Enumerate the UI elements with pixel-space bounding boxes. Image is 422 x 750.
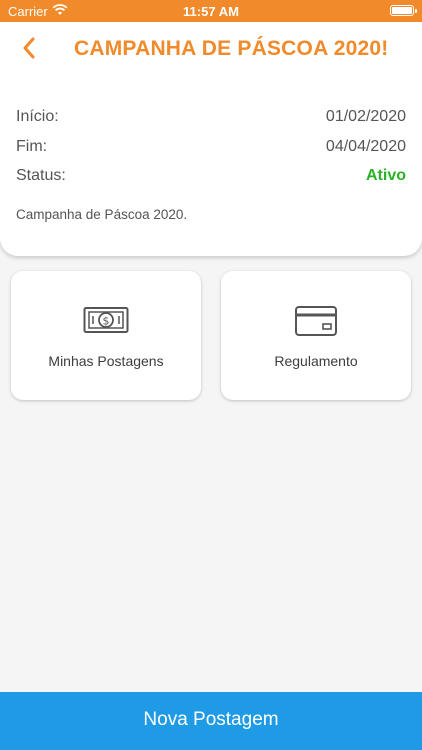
end-date-value: 04/04/2020	[325, 138, 406, 155]
status-row: Status: Ativo	[16, 167, 406, 189]
regulation-tile[interactable]: Regulamento	[221, 271, 411, 400]
end-date-row: Fim: 04/04/2020	[16, 138, 406, 160]
money-bill-icon: $	[11, 305, 201, 335]
battery-icon	[390, 5, 417, 16]
campaign-description: Campanha de Páscoa 2020.	[16, 207, 188, 222]
start-date-row: Início: 01/02/2020	[16, 108, 406, 130]
status-bar: Carrier 11:57 AM	[0, 0, 422, 22]
regulation-label: Regulamento	[274, 353, 358, 369]
campaign-header-card: Carrier 11:57 AM CAMPANHA DE PÁSCOA 2020…	[0, 0, 422, 256]
new-post-button[interactable]: Nova Postagem	[0, 692, 422, 750]
end-date-label: Fim:	[16, 138, 48, 155]
status-label: Status:	[16, 167, 66, 184]
back-button[interactable]	[14, 36, 44, 64]
my-posts-label: Minhas Postagens	[48, 353, 164, 369]
chevron-left-icon	[22, 37, 36, 64]
new-post-label: Nova Postagem	[143, 709, 279, 730]
my-posts-tile[interactable]: $ Minhas Postagens	[11, 271, 201, 400]
status-badge: Ativo	[366, 167, 406, 184]
credit-card-icon	[221, 305, 411, 337]
start-date-value: 01/02/2020	[325, 108, 406, 125]
svg-text:$: $	[103, 315, 110, 328]
start-date-label: Início:	[16, 108, 59, 125]
page-title: CAMPANHA DE PÁSCOA 2020!	[74, 37, 389, 60]
clock: 11:57 AM	[183, 4, 239, 19]
